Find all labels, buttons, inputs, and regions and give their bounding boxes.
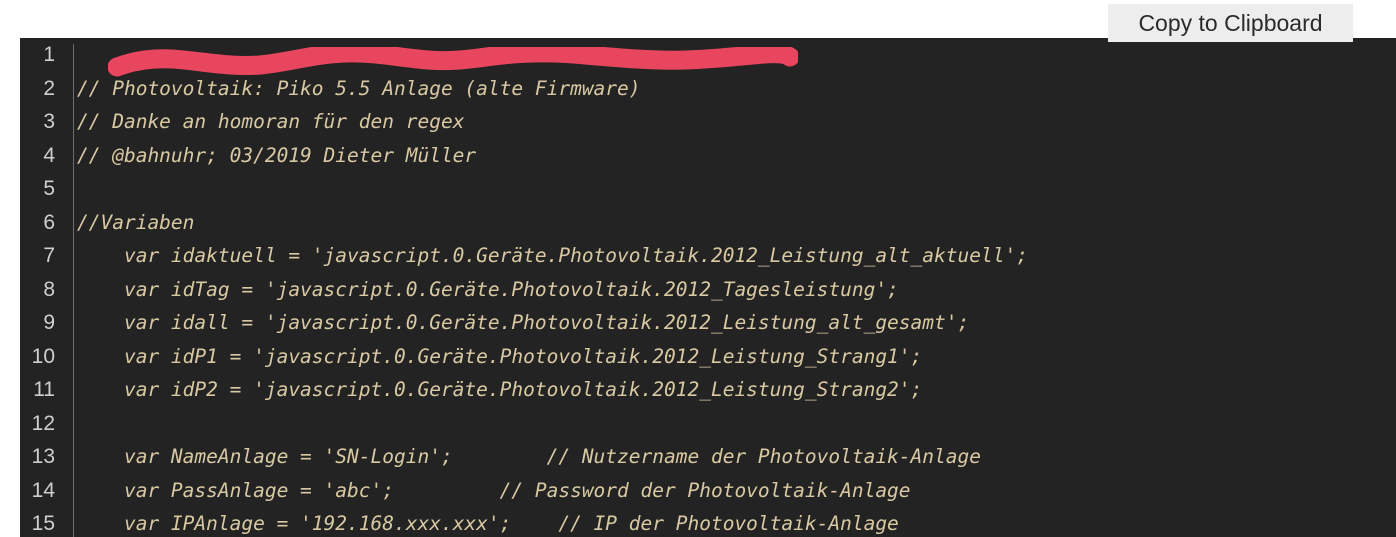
code-content: 1 2// Photovoltaik: Piko 5.5 Anlage (alte… <box>20 38 1396 537</box>
code-line-list: 1 2// Photovoltaik: Piko 5.5 Anlage (alte… <box>20 38 1396 537</box>
line-number: 1 <box>43 43 55 66</box>
line-number: 3 <box>43 110 55 133</box>
code-line: 8 var idTag = 'javascript.0.Geräte.Photo… <box>20 273 1396 307</box>
line-code-text: var PassAnlage = 'abc'; // Password der … <box>77 478 911 502</box>
line-number: 9 <box>43 311 55 334</box>
code-line: 9 var idall = 'javascript.0.Geräte.Photo… <box>20 306 1396 340</box>
line-code-text: var IPAnlage = '192.168.xxx.xxx'; // IP … <box>77 512 899 535</box>
line-number: 6 <box>43 210 55 234</box>
line-number: 13 <box>31 445 55 468</box>
code-line: 2 // Photovoltaik: Piko 5.5 Anlage (alte … <box>20 72 1396 106</box>
line-number: 11 <box>33 378 55 401</box>
line-code-text: var idaktuell = 'javascript.0.Geräte.Pho… <box>77 244 1028 267</box>
line-code-text: //Variaben <box>77 210 195 234</box>
code-line: 13 var NameAnlage = 'SN-Login'; // Nutze… <box>20 440 1396 474</box>
code-line: 6 //Variaben <box>20 206 1396 240</box>
code-block[interactable]: 1 2// Photovoltaik: Piko 5.5 Anlage (alte… <box>20 38 1396 537</box>
line-code-text: var idP1 = 'javascript.0.Geräte.Photovol… <box>77 344 923 368</box>
page-root: Copy to Clipboard 1 2// Photovoltaik: Pik… <box>0 0 1396 537</box>
code-line: 10 var idP1 = 'javascript.0.Geräte.Photo… <box>20 340 1396 374</box>
line-number: 4 <box>43 143 55 167</box>
code-line: 14 var PassAnlage = 'abc'; // Password d… <box>20 474 1396 508</box>
line-code-text: // @bahnuhr; 03/2019 Dieter Müller <box>77 143 477 167</box>
line-code-text: var idP2 = 'javascript.0.Geräte.Photovol… <box>77 378 923 401</box>
code-line: 1 <box>20 38 1396 72</box>
line-number: 14 <box>31 478 55 502</box>
line-number: 10 <box>31 344 55 368</box>
line-number: 8 <box>43 277 55 301</box>
code-line: 4 // @bahnuhr; 03/2019 Dieter Müller <box>20 139 1396 173</box>
code-line: 5 <box>20 172 1396 206</box>
gutter-separator <box>73 44 74 537</box>
line-number: 12 <box>31 411 55 435</box>
code-line: 11 var idP2 = 'javascript.0.Geräte.Photo… <box>20 373 1396 407</box>
line-number: 15 <box>31 512 55 535</box>
code-line: 15 var IPAnlage = '192.168.xxx.xxx'; // … <box>20 507 1396 537</box>
line-number: 2 <box>43 76 55 100</box>
copy-to-clipboard-button[interactable]: Copy to Clipboard <box>1108 4 1353 42</box>
line-code-text: var idall = 'javascript.0.Geräte.Photovo… <box>77 311 970 334</box>
line-number: 5 <box>43 177 55 200</box>
line-code-text: // Danke an homoran für den regex <box>77 110 465 133</box>
line-code-text: // Photovoltaik: Piko 5.5 Anlage (alte F… <box>77 76 641 100</box>
code-line: 12 <box>20 407 1396 441</box>
line-code-text: var NameAnlage = 'SN-Login'; // Nutzerna… <box>77 445 981 468</box>
code-line: 7 var idaktuell = 'javascript.0.Geräte.P… <box>20 239 1396 273</box>
code-line: 3 // Danke an homoran für den regex <box>20 105 1396 139</box>
line-number: 7 <box>43 244 55 267</box>
line-code-text: var idTag = 'javascript.0.Geräte.Photovo… <box>77 277 899 301</box>
